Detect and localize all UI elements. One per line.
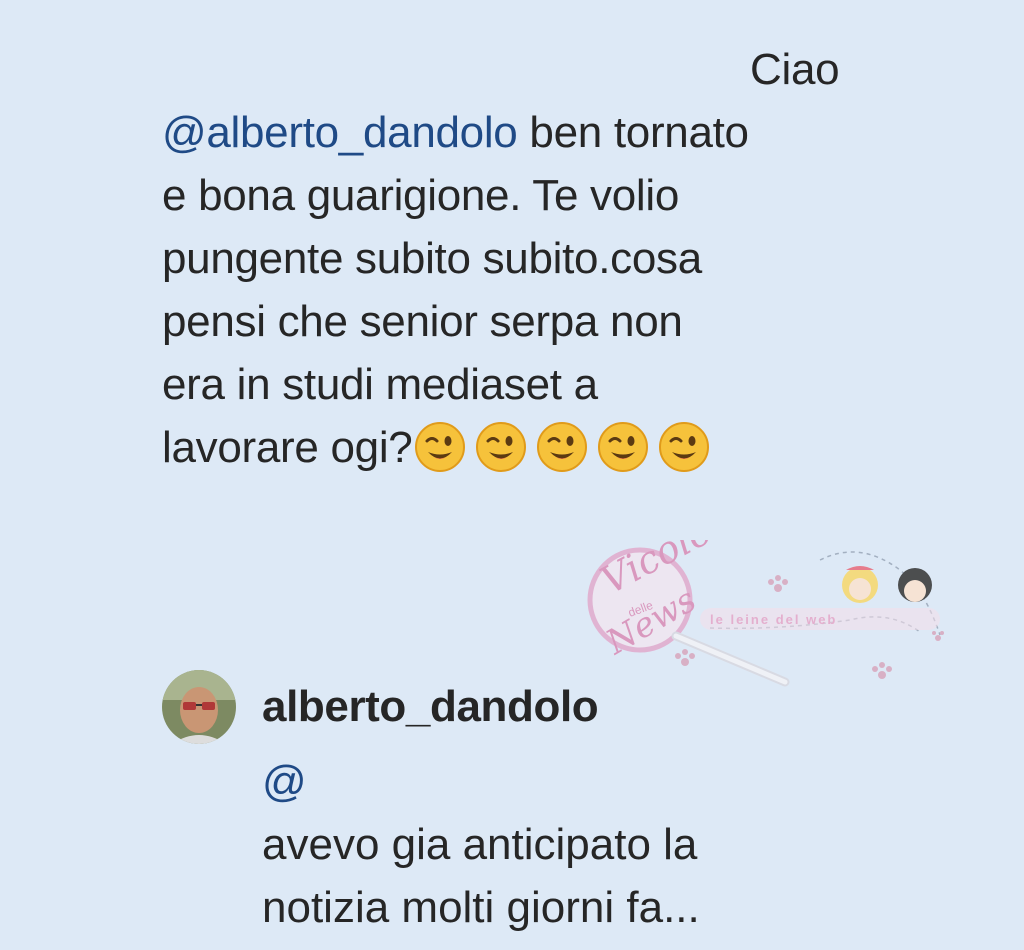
reply-line: notizia molti giorni fa...	[262, 883, 700, 932]
winking-face-icon	[476, 422, 527, 473]
comment-line: Ciao	[750, 45, 840, 94]
reply-text: @ avevo gia anticipato la notizia molti …	[262, 750, 902, 939]
winking-face-icon	[537, 422, 588, 473]
emoji-row	[414, 419, 719, 482]
winking-face-icon	[598, 422, 649, 473]
comment-line: era in studi mediaset a	[162, 360, 598, 409]
comment-line: pungente subito subito.cosa	[162, 234, 702, 283]
mention-link[interactable]: @alberto_dandolo	[162, 108, 518, 157]
comment-line-text: ben tornato	[517, 108, 749, 157]
reply-username[interactable]: alberto_dandolo	[262, 682, 599, 732]
comment-line: @alberto_dandolo ben tornato	[162, 101, 902, 164]
comment-line-text: lavorare ogi?	[162, 423, 413, 472]
comment-line: lavorare ogi?	[162, 416, 902, 482]
winking-face-icon	[415, 422, 466, 473]
avatar[interactable]	[162, 670, 236, 744]
cartoon-girl-dark-icon	[898, 568, 932, 602]
mention-link[interactable]: @	[262, 750, 902, 813]
comment-line: pensi che senior serpa non	[162, 297, 683, 346]
watermark-banner-text: le leine del web	[710, 612, 837, 627]
cartoon-girl-blonde-icon	[842, 566, 878, 603]
avatar-image-icon	[162, 670, 236, 744]
watermark-banner: le leine del web	[700, 608, 940, 630]
reply-line: avevo gia anticipato la	[262, 820, 698, 869]
comment-line: e bona guarigione. Te volio	[162, 171, 680, 220]
watermark-logo: Vicolo delle News le leine del web	[587, 540, 944, 687]
winking-face-icon	[659, 422, 710, 473]
comment-text: Ciao @alberto_dandolo ben tornato e bona…	[162, 38, 902, 482]
